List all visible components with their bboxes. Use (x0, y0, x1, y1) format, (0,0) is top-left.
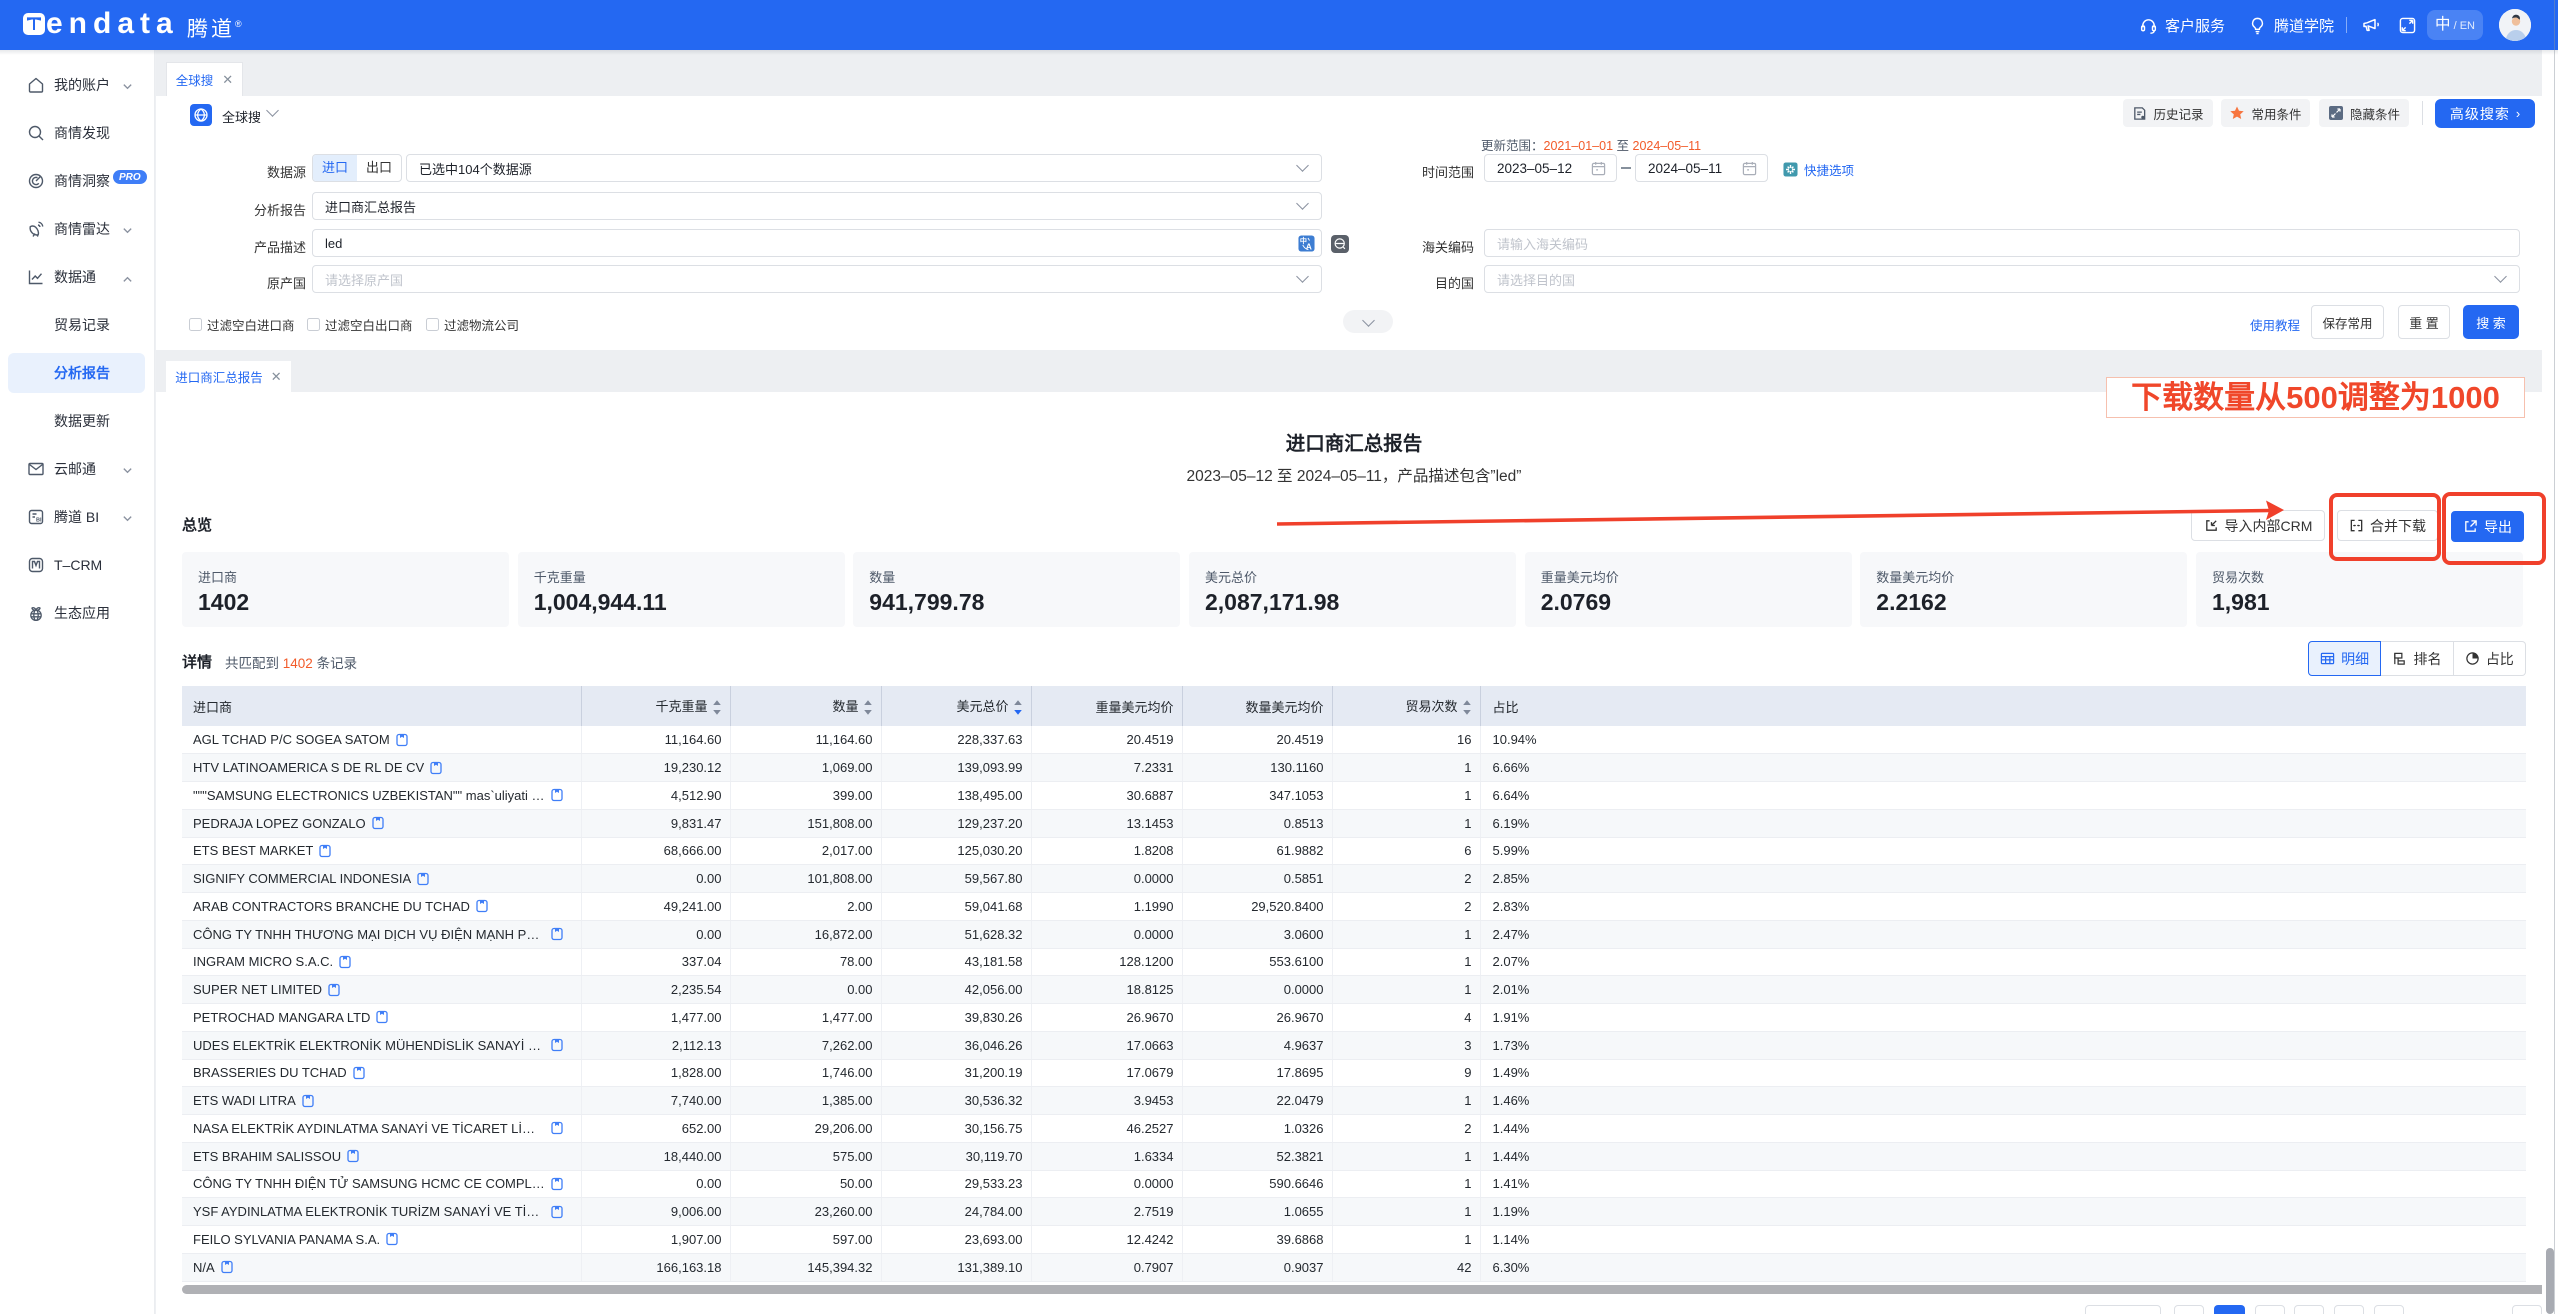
svg-text:BI: BI (36, 518, 42, 524)
svg-text:A: A (1306, 242, 1312, 252)
